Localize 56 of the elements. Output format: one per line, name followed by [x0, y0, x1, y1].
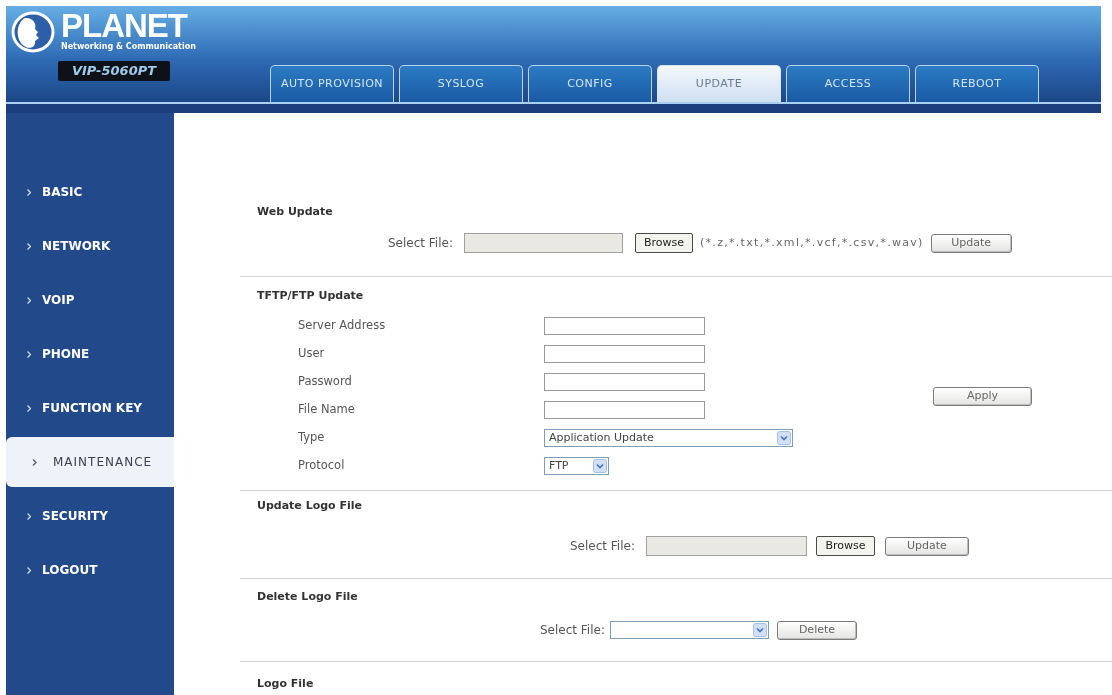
sidebar-item[interactable]: PHONE	[6, 327, 174, 381]
update-button[interactable]: Update	[930, 233, 1012, 253]
file-path-field[interactable]	[645, 536, 807, 556]
section-title: Delete Logo File	[257, 589, 358, 605]
section-title: TFTP/FTP Update	[257, 288, 364, 304]
chevron-icon	[27, 566, 31, 574]
text-field[interactable]	[544, 317, 705, 335]
logo-icon	[10, 11, 56, 53]
chevron-icon	[27, 350, 31, 358]
chevron-icon	[27, 296, 31, 304]
chevron-icon	[27, 188, 31, 196]
file-types-hint: (*.z,*.txt,*.xml,*.vcf,*.csv,*.wav)	[699, 234, 924, 251]
dropdown-field[interactable]: Application Update	[544, 429, 793, 447]
field-label: Password	[298, 373, 353, 391]
sidebar-item[interactable]: BASIC	[6, 165, 174, 219]
apply-button[interactable]: Apply	[933, 386, 1032, 406]
nav-tab[interactable]: AUTO PROVISION	[270, 65, 394, 102]
brand-tagline: Networking & Communication	[61, 42, 196, 52]
browse-button[interactable]: Browse	[815, 536, 875, 556]
dropdown-field[interactable]: FTP	[544, 457, 609, 475]
chevron-icon	[32, 458, 37, 466]
select-file-label: Select File:	[388, 235, 453, 252]
field-label: Type	[298, 429, 326, 447]
nav-tab[interactable]: SYSLOG	[399, 65, 523, 102]
model-badge: VIP-5060PT	[58, 61, 170, 81]
password-field[interactable]	[544, 373, 705, 391]
dropdown-field[interactable]	[609, 621, 769, 639]
field-label: Protocol	[298, 457, 346, 475]
nav-tab[interactable]: REBOOT	[915, 65, 1039, 102]
select-file-label: Select File:	[570, 538, 635, 555]
section-title: Update Logo File	[257, 498, 362, 514]
browse-button[interactable]: Browse	[634, 233, 693, 253]
text-field[interactable]	[544, 345, 705, 363]
select-file-label: Select File:	[540, 622, 605, 639]
sidebar-item[interactable]: NETWORK	[6, 219, 174, 273]
sidebar-item[interactable]: SECURITY	[6, 489, 174, 543]
sidebar-item[interactable]: LOGOUT	[6, 543, 174, 597]
update-button[interactable]: Update	[884, 536, 969, 556]
brand-name: PLANET	[61, 11, 188, 41]
file-path-field[interactable]	[463, 233, 623, 253]
chevron-icon	[27, 512, 31, 520]
section-title: Web Update	[257, 204, 333, 220]
sidebar-item[interactable]: FUNCTION KEY	[6, 381, 174, 435]
chevron-icon	[27, 242, 31, 250]
field-label: Server Address	[298, 317, 387, 335]
sidebar-item[interactable]: MAINTENANCE	[6, 437, 174, 487]
field-label: User	[298, 345, 326, 363]
text-field[interactable]	[544, 401, 705, 419]
section-title: Logo File	[257, 676, 314, 692]
chevron-icon	[27, 404, 31, 412]
field-label: File Name	[298, 401, 356, 419]
nav-tab[interactable]: UPDATE	[657, 65, 781, 102]
nav-tab[interactable]: ACCESS	[786, 65, 910, 102]
delete-button[interactable]: Delete	[776, 620, 857, 640]
nav-tab[interactable]: CONFIG	[528, 65, 652, 102]
sidebar-item[interactable]: VOIP	[6, 273, 174, 327]
